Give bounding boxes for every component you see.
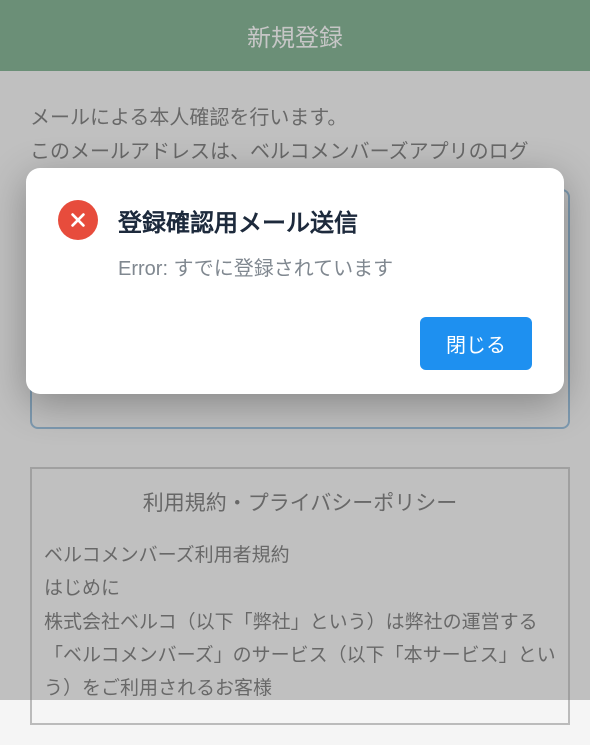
dialog-message: Error: すでに登録されています (118, 252, 532, 281)
dialog-actions: 閉じる (58, 317, 532, 370)
error-dialog: 登録確認用メール送信 Error: すでに登録されています 閉じる (26, 168, 564, 394)
close-x-icon (69, 211, 87, 229)
dialog-title: 登録確認用メール送信 (118, 203, 358, 238)
error-icon (58, 200, 98, 240)
dialog-header: 登録確認用メール送信 (58, 200, 532, 240)
close-button[interactable]: 閉じる (420, 317, 532, 370)
